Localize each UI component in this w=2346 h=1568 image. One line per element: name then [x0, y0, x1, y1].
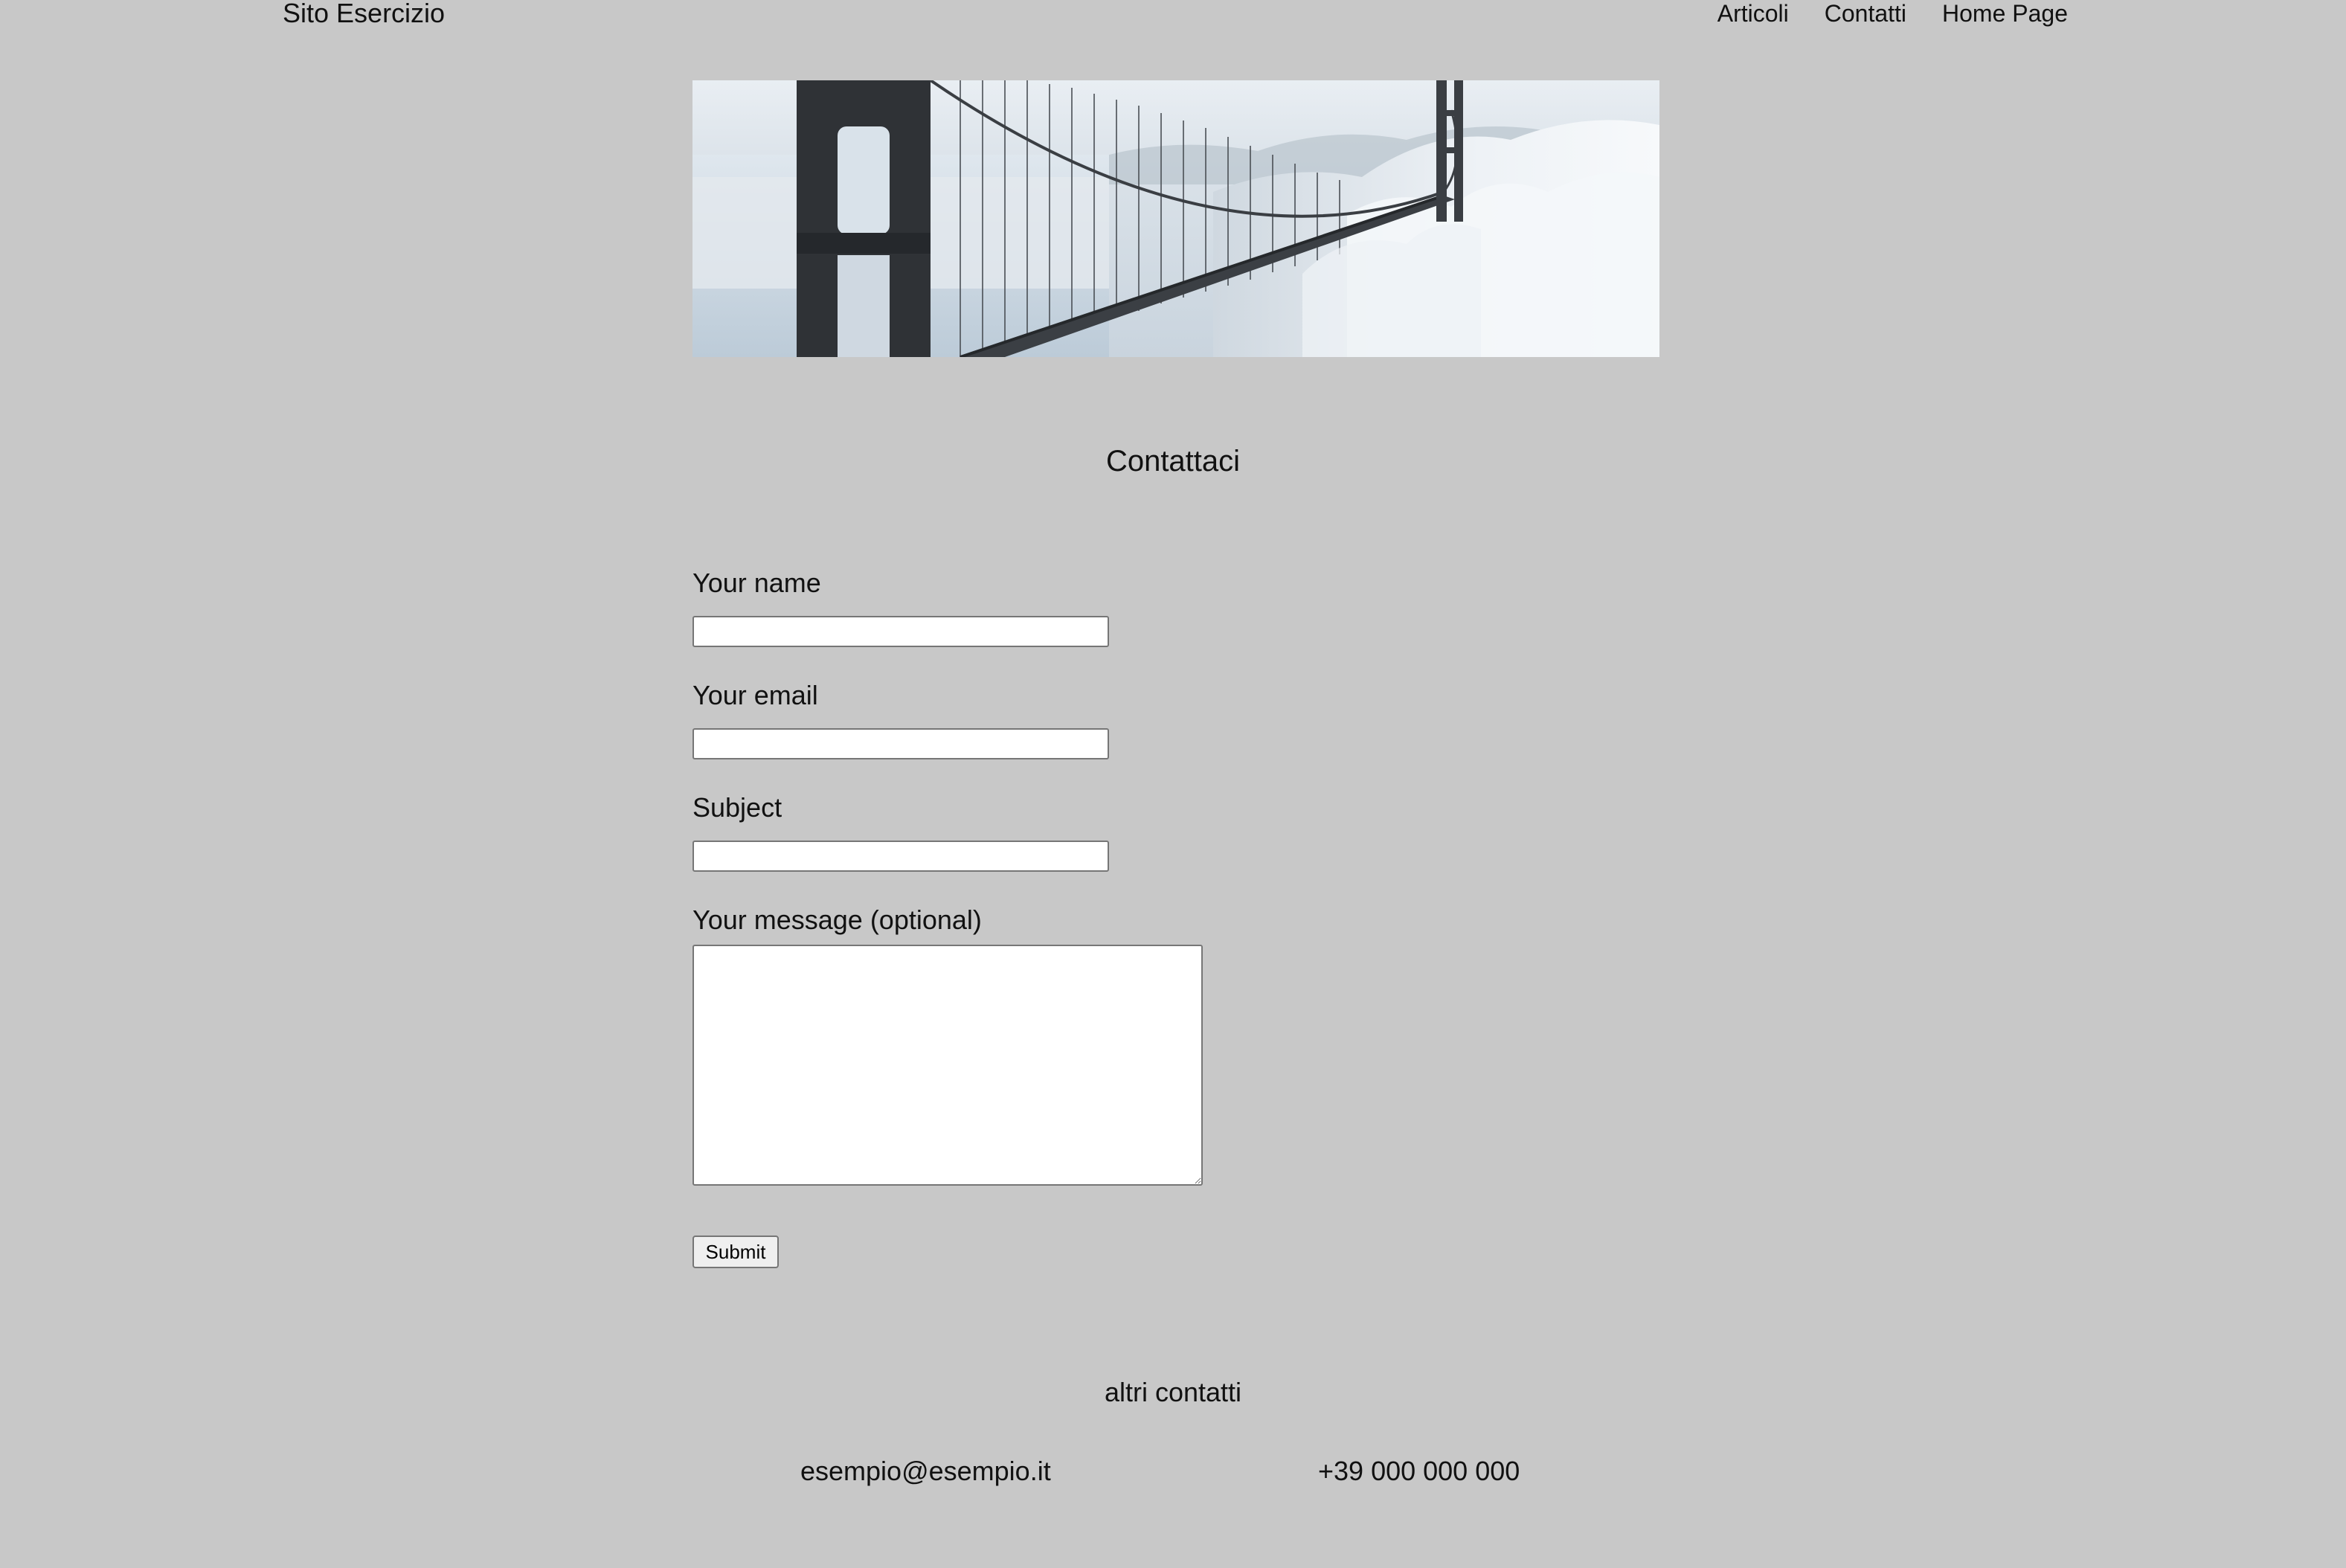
subject-field[interactable] — [692, 841, 1109, 872]
contact-phone: +39 000 000 000 — [1318, 1456, 1520, 1486]
message-label: Your message (optional) — [692, 905, 982, 935]
other-contacts-heading: altri contatti — [1104, 1377, 1242, 1407]
banner-image — [692, 80, 1659, 357]
nav-link-home-page[interactable]: Home Page — [1942, 0, 2068, 27]
nav-link-contatti[interactable]: Contatti — [1825, 0, 1906, 27]
name-field[interactable] — [692, 616, 1109, 647]
name-label: Your name — [692, 568, 821, 598]
contact-email: esempio@esempio.it — [800, 1456, 1051, 1486]
site-title[interactable]: Sito Esercizio — [283, 0, 445, 27]
nav-link-articoli[interactable]: Articoli — [1717, 0, 1789, 27]
email-label: Your email — [692, 680, 818, 710]
email-field[interactable] — [692, 728, 1109, 759]
main-nav: Articoli Contatti Home Page — [1717, 0, 2068, 27]
submit-button[interactable]: Submit — [692, 1236, 779, 1268]
subject-label: Subject — [692, 792, 782, 823]
message-field[interactable] — [692, 945, 1203, 1186]
page-title: Contattaci — [1105, 445, 1241, 478]
